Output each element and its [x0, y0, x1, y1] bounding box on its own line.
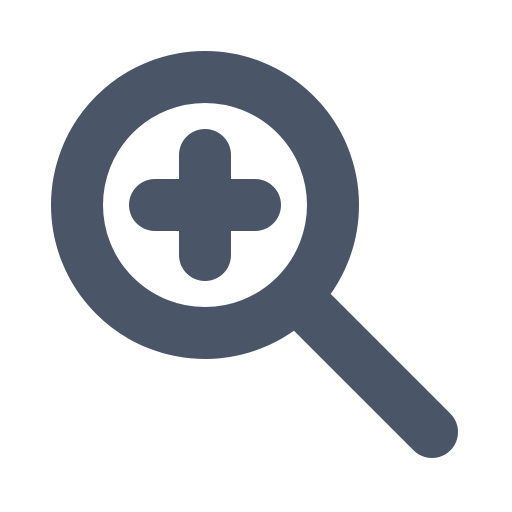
icon-canvas — [0, 0, 512, 512]
zoom-in-icon — [51, 51, 458, 458]
magnifier-handle — [274, 274, 458, 458]
